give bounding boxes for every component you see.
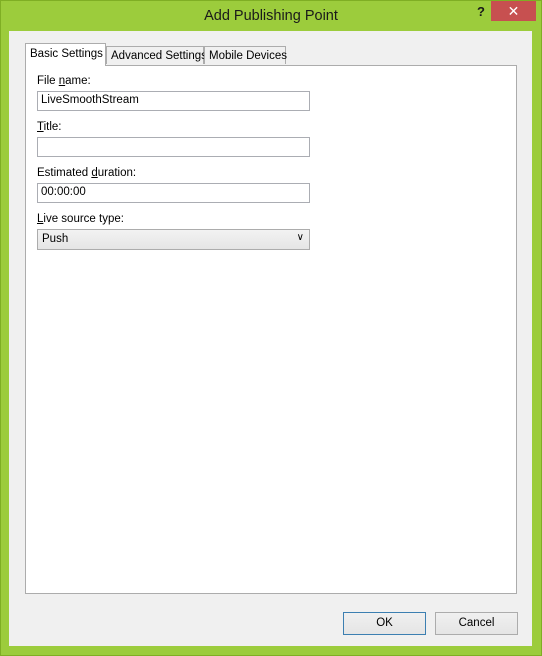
help-button[interactable]: ? [471,4,491,22]
estimated-duration-label: Estimated duration: [37,167,137,179]
tab-advanced-settings[interactable]: Advanced Settings [106,46,207,64]
file-name-input[interactable]: LiveSmoothStream [37,91,310,111]
cancel-button[interactable]: Cancel [435,612,518,635]
title-label: Title: [37,121,62,133]
chevron-down-icon: ∨ [296,232,304,243]
title-input[interactable] [37,137,310,157]
ok-button[interactable]: OK [343,612,426,635]
live-source-type-value: Push [42,233,69,245]
close-button[interactable]: ✕ [491,1,536,21]
live-source-type-label: Live source type: [37,213,124,225]
tab-mobile-devices[interactable]: Mobile Devices [204,46,287,64]
basic-settings-panel: File name: LiveSmoothStream Title: Estim… [25,65,517,594]
window-title: Add Publishing Point [204,8,338,24]
title-bar[interactable]: Add Publishing Point ? ✕ [1,1,541,31]
dialog-window: Add Publishing Point ? ✕ Basic Settings … [0,0,542,656]
live-source-type-select[interactable]: Push ∨ [37,229,310,250]
file-name-label: File name: [37,75,91,87]
estimated-duration-input[interactable]: 00:00:00 [37,183,310,203]
tab-basic-settings[interactable]: Basic Settings [25,43,106,66]
close-icon: ✕ [507,3,520,19]
dialog-client-area: Basic Settings Advanced Settings Mobile … [9,31,532,646]
